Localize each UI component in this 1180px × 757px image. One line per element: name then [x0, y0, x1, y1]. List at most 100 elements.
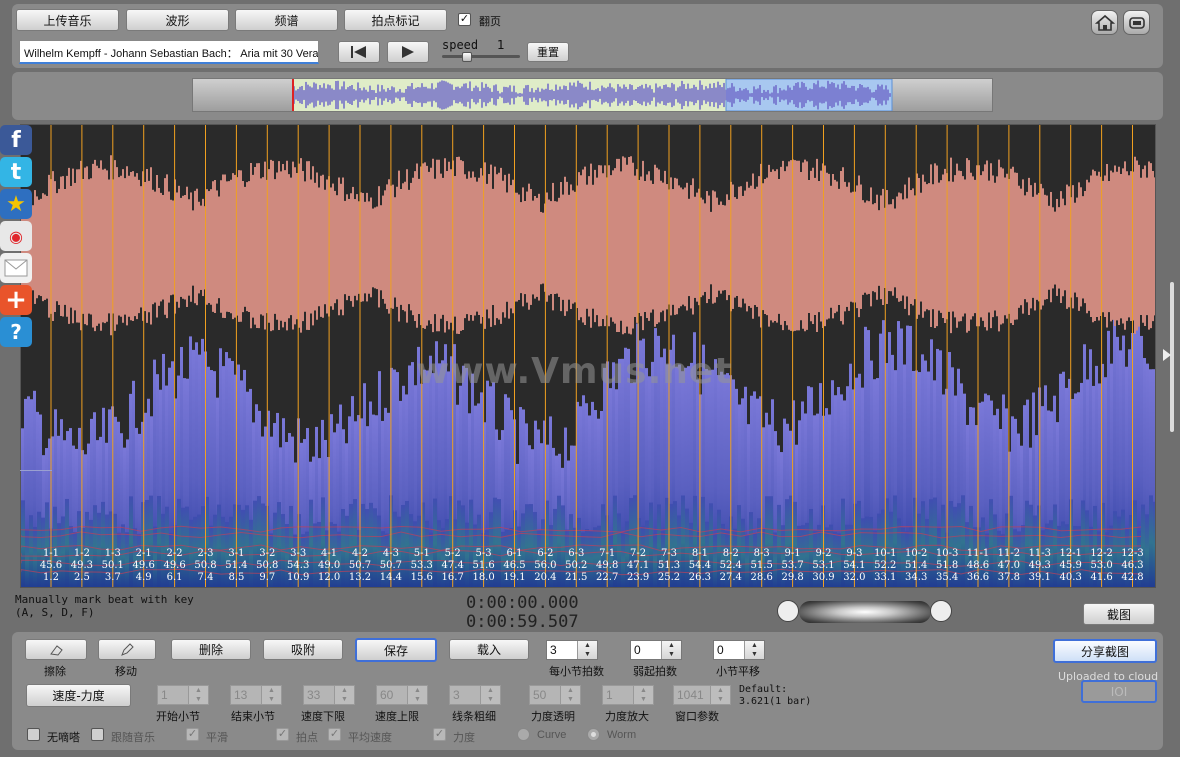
beat-time: 12.0 [317, 572, 341, 583]
beat-label: 10-2 51.4 34.3 [899, 548, 933, 584]
beat-label: 3-1 [228, 548, 245, 559]
beat-time: 33.1 [874, 572, 897, 583]
beat-tempo: 47.4 [441, 560, 464, 571]
beat-label: 8-1 [691, 548, 708, 559]
beat-tempo: 50.7 [379, 560, 403, 571]
beat-label: 12-2 [1090, 548, 1113, 559]
follow-music-checkbox[interactable] [91, 728, 104, 741]
add-more-icon[interactable]: + [0, 285, 32, 315]
expand-handle-icon[interactable] [1163, 349, 1171, 361]
beat-label: 1-2 [73, 548, 90, 559]
ioi-button[interactable]: IOI [1081, 680, 1157, 703]
pickup-beats-stepper[interactable]: 0 ▲ ▼ [630, 640, 682, 660]
beat-tempo: 54.3 [287, 560, 310, 571]
smooth-label: 平滑 [206, 731, 228, 744]
share-screenshot-button[interactable]: 分享截图 [1053, 639, 1157, 663]
save-button[interactable]: 保存 [355, 638, 437, 662]
beat-label: 10-1 [874, 548, 897, 559]
dynamics-scale-stepper: 1 ▲ ▼ [602, 685, 654, 705]
beat-label: 6-2 56.0 20.4 [528, 548, 562, 584]
flip-page-label: 翻页 [479, 15, 501, 28]
beat-time: 13.2 [348, 572, 372, 583]
beat-time: 9.7 [259, 572, 276, 583]
load-button[interactable]: 载入 [449, 639, 529, 660]
favorite-star-icon[interactable]: ★ [0, 189, 32, 219]
beat-tempo: 50.2 [565, 560, 588, 571]
beat-point-label: 拍点 [296, 731, 318, 744]
facebook-icon[interactable]: f [0, 125, 32, 155]
beat-label: 6-3 50.2 21.5 [559, 548, 593, 584]
beat-label: 7-3 [660, 548, 678, 559]
delete-button[interactable]: 删除 [171, 639, 251, 660]
beat-tempo: 49.3 [1028, 560, 1051, 571]
weibo-icon[interactable]: ◉ [0, 221, 32, 251]
speed-slider-thumb[interactable] [462, 52, 472, 62]
beat-tempo: 53.7 [781, 560, 804, 571]
email-icon[interactable] [0, 253, 32, 283]
line-width-label: 线条粗细 [452, 710, 496, 723]
curve-label: Curve [537, 729, 567, 741]
beat-label: 7-2 47.1 23.9 [621, 548, 655, 584]
beat-tempo: 45.9 [1059, 560, 1082, 571]
home-icon[interactable] [1091, 10, 1118, 35]
beat-label: 3-2 50.8 9.7 [250, 548, 284, 584]
beat-point-checkbox: ✓ [276, 728, 289, 741]
play-button[interactable] [387, 41, 429, 63]
upload-music-button[interactable]: 上传音乐 [16, 9, 119, 31]
dynamics-checkbox: ✓ [433, 728, 446, 741]
beat-tempo: 50.8 [256, 560, 279, 571]
reset-button[interactable]: 重置 [527, 42, 569, 62]
beat-label: 2-1 49.6 4.9 [127, 548, 161, 584]
beat-label: 9-3 [846, 548, 863, 559]
beat-label: 2-2 [166, 548, 183, 559]
help-icon[interactable]: ? [0, 317, 32, 347]
skip-back-icon [351, 46, 366, 58]
beat-label: 5-1 53.3 15.6 [405, 548, 439, 584]
speed-slider-track[interactable] [442, 55, 520, 58]
waveform-zoom-icon[interactable] [777, 600, 799, 622]
default-value: 3.621(1 bar) [739, 696, 812, 707]
bar-shift-stepper[interactable]: 0 ▲ ▼ [713, 640, 765, 660]
beats-per-bar-stepper[interactable]: 3 ▲ ▼ [546, 640, 598, 660]
previous-button[interactable] [338, 41, 380, 63]
screenshot-button[interactable]: 截图 [1083, 603, 1155, 625]
spectrum-button[interactable]: 频谱 [235, 9, 338, 31]
beat-tempo: 53.1 [812, 560, 835, 571]
waveform-shrink-icon[interactable] [930, 600, 952, 622]
tempo-dynamics-button[interactable]: 速度-力度 [26, 684, 131, 707]
pen-icon [121, 642, 134, 656]
twitter-icon[interactable]: t [0, 157, 32, 187]
snap-button[interactable]: 吸附 [263, 639, 343, 660]
beat-label: 7-2 [630, 548, 647, 559]
beat-tempo: 45.6 [39, 560, 63, 571]
no-tick-checkbox[interactable] [27, 728, 40, 741]
fullscreen-icon[interactable] [1123, 10, 1150, 35]
beat-tempo: 51.4 [905, 560, 928, 571]
beat-time: 30.9 [812, 572, 835, 583]
start-bar-label: 开始小节 [156, 710, 200, 723]
beat-label: 9-2 [815, 548, 832, 559]
beat-time: 21.5 [565, 572, 588, 583]
pickup-beats-label: 弱起拍数 [633, 665, 677, 678]
waveform-button[interactable]: 波形 [126, 9, 229, 31]
beat-time: 3.7 [104, 572, 121, 583]
beat-tempo: 53.0 [1090, 560, 1113, 571]
beat-label: 6-1 46.5 19.1 [498, 548, 532, 584]
beat-tempo: 47.0 [997, 560, 1021, 571]
erase-button[interactable] [25, 639, 87, 660]
track-title-field[interactable]: Wilhelm Kempff - Johann Sebastian Bach： … [19, 40, 319, 64]
flip-page-checkbox[interactable]: ✓ [458, 13, 471, 26]
beat-label: 4-1 [321, 548, 338, 559]
curve-radio [517, 728, 530, 741]
move-button[interactable] [98, 639, 156, 660]
beat-time: 1.2 [43, 572, 59, 583]
beat-mark-button[interactable]: 拍点标记 [344, 9, 447, 31]
overview-waveform[interactable] [292, 79, 893, 111]
beat-time: 28.6 [750, 572, 773, 583]
current-time: 0:00:00.000 [466, 593, 579, 613]
beat-time: 40.3 [1059, 572, 1082, 583]
beat-label: 6-3 [568, 548, 585, 559]
beat-time: 41.6 [1090, 572, 1113, 583]
avg-tempo-label: 平均速度 [348, 731, 392, 744]
jog-wheel[interactable] [799, 601, 931, 623]
